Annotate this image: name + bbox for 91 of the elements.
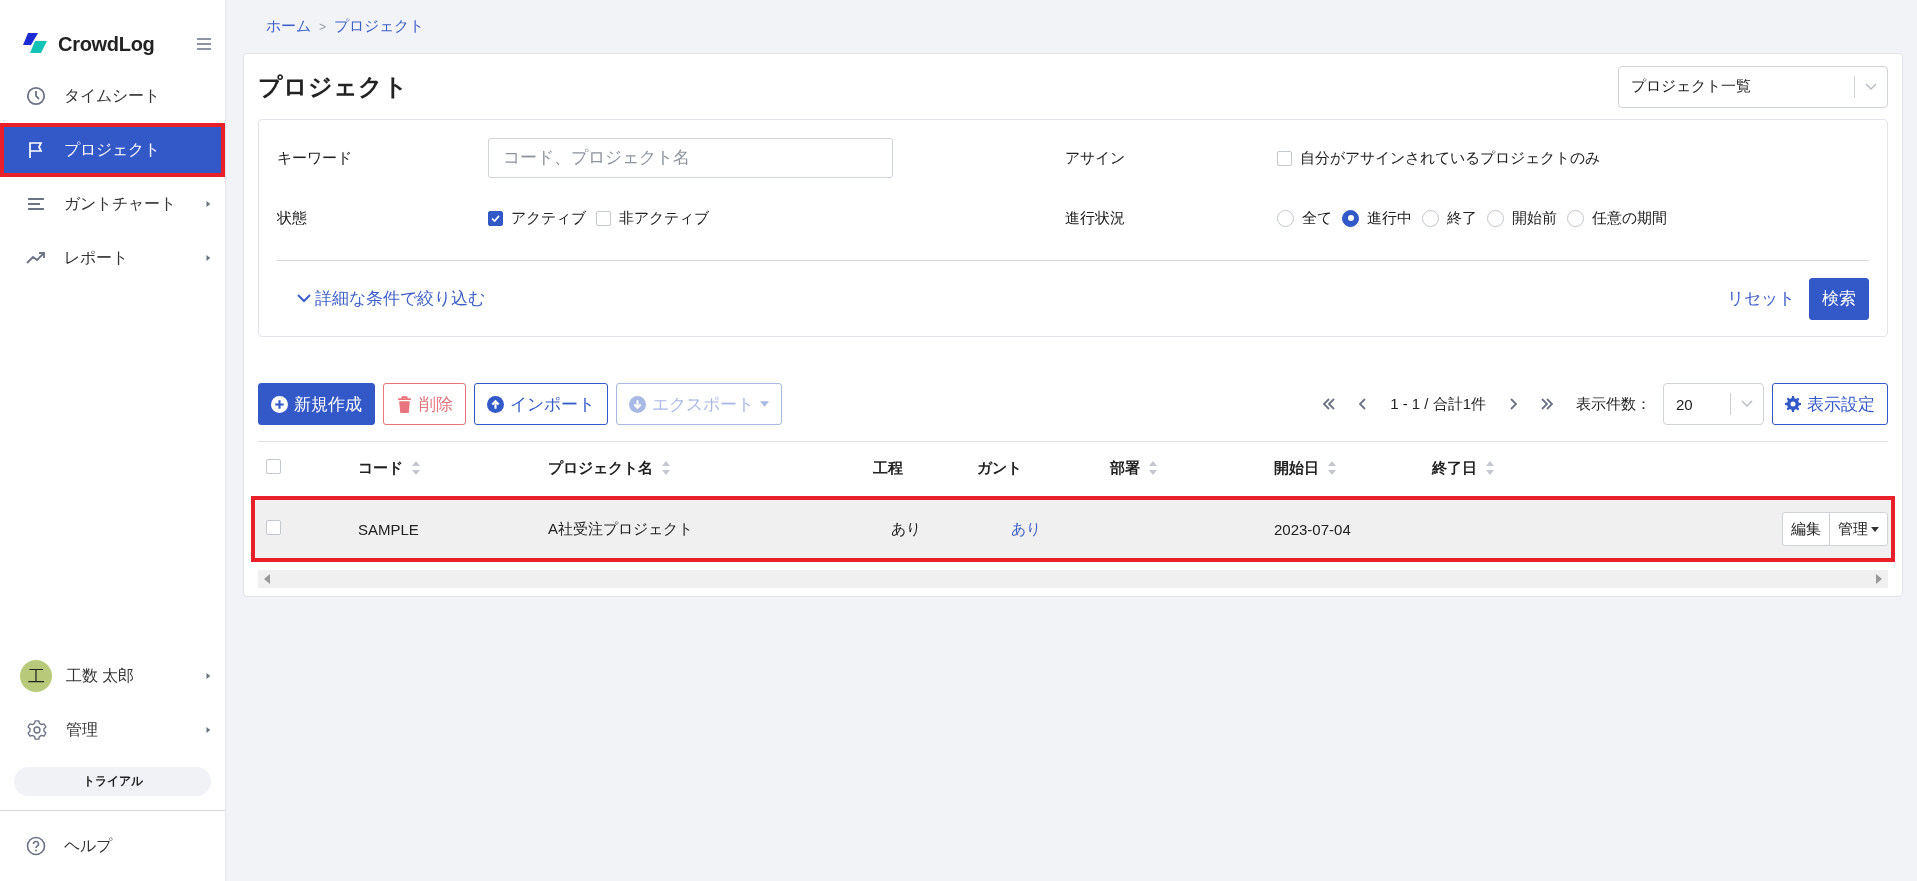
help-link[interactable]: ヘルプ	[0, 811, 225, 881]
page-size-label: 表示件数：	[1576, 394, 1651, 414]
sort-icon	[1485, 460, 1495, 476]
plan-badge: トライアル	[14, 767, 211, 796]
column-header[interactable]: 終了日	[1432, 458, 1495, 478]
page-title: プロジェクト	[258, 71, 408, 102]
caret-right-icon	[205, 671, 211, 681]
scroll-left-icon[interactable]	[264, 574, 270, 584]
nav-item[interactable]: ガントチャート	[0, 177, 225, 231]
checkbox[interactable]	[488, 210, 503, 226]
nav-item[interactable]: タイムシート	[0, 69, 225, 123]
breadcrumb-separator: >	[319, 19, 326, 34]
gantt-link[interactable]: あり	[1011, 519, 1041, 537]
display-settings-button[interactable]: 表示設定	[1772, 383, 1888, 425]
logo-icon	[22, 33, 48, 55]
plus-circle-icon	[271, 395, 288, 413]
avatar: 工	[20, 660, 52, 692]
logo-text: CrowdLog	[58, 32, 156, 56]
user-menu[interactable]: 工 工数 太郎	[0, 649, 225, 703]
checkbox-label: 自分がアサインされているプロジェクトのみ	[1300, 148, 1600, 168]
nav-item[interactable]: レポート	[0, 231, 225, 285]
column-header: 工程	[873, 458, 903, 478]
radio-button[interactable]	[1342, 209, 1359, 227]
caret-down-icon	[760, 401, 769, 407]
chevron-down-icon	[1741, 400, 1753, 408]
checkbox-label: 非アクティブ	[619, 208, 709, 228]
scroll-right-icon[interactable]	[1876, 574, 1882, 584]
radio-button[interactable]	[1567, 209, 1584, 227]
column-header[interactable]: プロジェクト名	[548, 458, 671, 478]
caret-right-icon	[205, 725, 211, 735]
clock-icon	[26, 86, 46, 106]
page-size-select[interactable]: 20	[1663, 383, 1764, 425]
radio-label: 進行中	[1367, 208, 1412, 228]
radio-label: 任意の期間	[1592, 208, 1667, 228]
trash-icon	[396, 395, 413, 413]
column-header[interactable]: コード	[358, 458, 421, 478]
checkbox[interactable]	[1277, 150, 1292, 166]
breadcrumb-link[interactable]: プロジェクト	[334, 17, 424, 36]
search-button[interactable]: 検索	[1809, 277, 1869, 320]
checkbox-label: アクティブ	[511, 208, 586, 228]
sort-icon	[411, 460, 421, 476]
column-header[interactable]: 部署	[1110, 458, 1158, 478]
radio-button[interactable]	[1422, 209, 1439, 227]
menu-icon[interactable]	[197, 38, 211, 50]
filter-label: キーワード	[277, 148, 353, 168]
help-icon	[26, 836, 46, 856]
gear-icon	[1785, 396, 1801, 412]
check-icon	[491, 214, 500, 222]
sort-icon	[1327, 460, 1337, 476]
table-cell-text: SAMPLE	[358, 520, 420, 538]
keyword-field[interactable]: コード、プロジェクト名	[488, 138, 893, 178]
pagination-info: 1 - 1 / 合計1件	[1390, 394, 1486, 414]
checkbox[interactable]	[596, 210, 611, 226]
caret-down-icon	[1871, 526, 1879, 532]
download-icon	[629, 395, 646, 413]
radio-label: 開始前	[1512, 208, 1557, 228]
upload-icon	[487, 395, 504, 413]
filter-label: 進行状況	[1065, 208, 1126, 228]
radio-label: 終了	[1447, 208, 1477, 228]
manage-button[interactable]: 管理	[1829, 513, 1887, 545]
radio-label: 全て	[1302, 208, 1332, 228]
last-page-icon[interactable]	[1540, 398, 1554, 410]
reset-link[interactable]: リセット	[1727, 287, 1795, 310]
edit-button[interactable]: 編集	[1783, 513, 1829, 545]
chevron-down-icon	[297, 294, 311, 303]
view-select[interactable]: プロジェクト一覧	[1618, 65, 1888, 108]
breadcrumb-link[interactable]: ホーム	[266, 17, 311, 36]
caret-right-icon	[205, 199, 211, 209]
horizontal-scrollbar[interactable]	[258, 570, 1888, 588]
first-page-icon[interactable]	[1322, 398, 1337, 410]
table-cell: あり	[891, 519, 921, 537]
admin-menu[interactable]: 管理	[0, 703, 225, 757]
caret-right-icon	[205, 253, 211, 263]
column-header: ガント	[977, 458, 1022, 478]
radio-button[interactable]	[1487, 209, 1504, 227]
checkbox[interactable]	[266, 459, 281, 474]
nav-item[interactable]: プロジェクト	[0, 123, 225, 177]
advanced-filter-link[interactable]: 詳細な条件で絞り込む	[297, 287, 1727, 310]
create-button[interactable]: 新規作成	[258, 383, 375, 425]
filter-label: アサイン	[1065, 148, 1126, 168]
chevron-down-icon	[1865, 82, 1877, 91]
radio-button[interactable]	[1277, 209, 1294, 227]
import-button[interactable]: インポート	[474, 383, 608, 425]
sort-icon	[1148, 460, 1158, 476]
gear-icon	[26, 719, 48, 741]
filter-label: 状態	[277, 208, 308, 228]
table-cell-text: 2023-07-04	[1274, 520, 1352, 538]
sort-icon	[661, 460, 671, 476]
table-cell-text: A社受注プロジェクト	[548, 519, 694, 539]
checkbox[interactable]	[266, 520, 281, 535]
column-header[interactable]: 開始日	[1274, 458, 1337, 478]
